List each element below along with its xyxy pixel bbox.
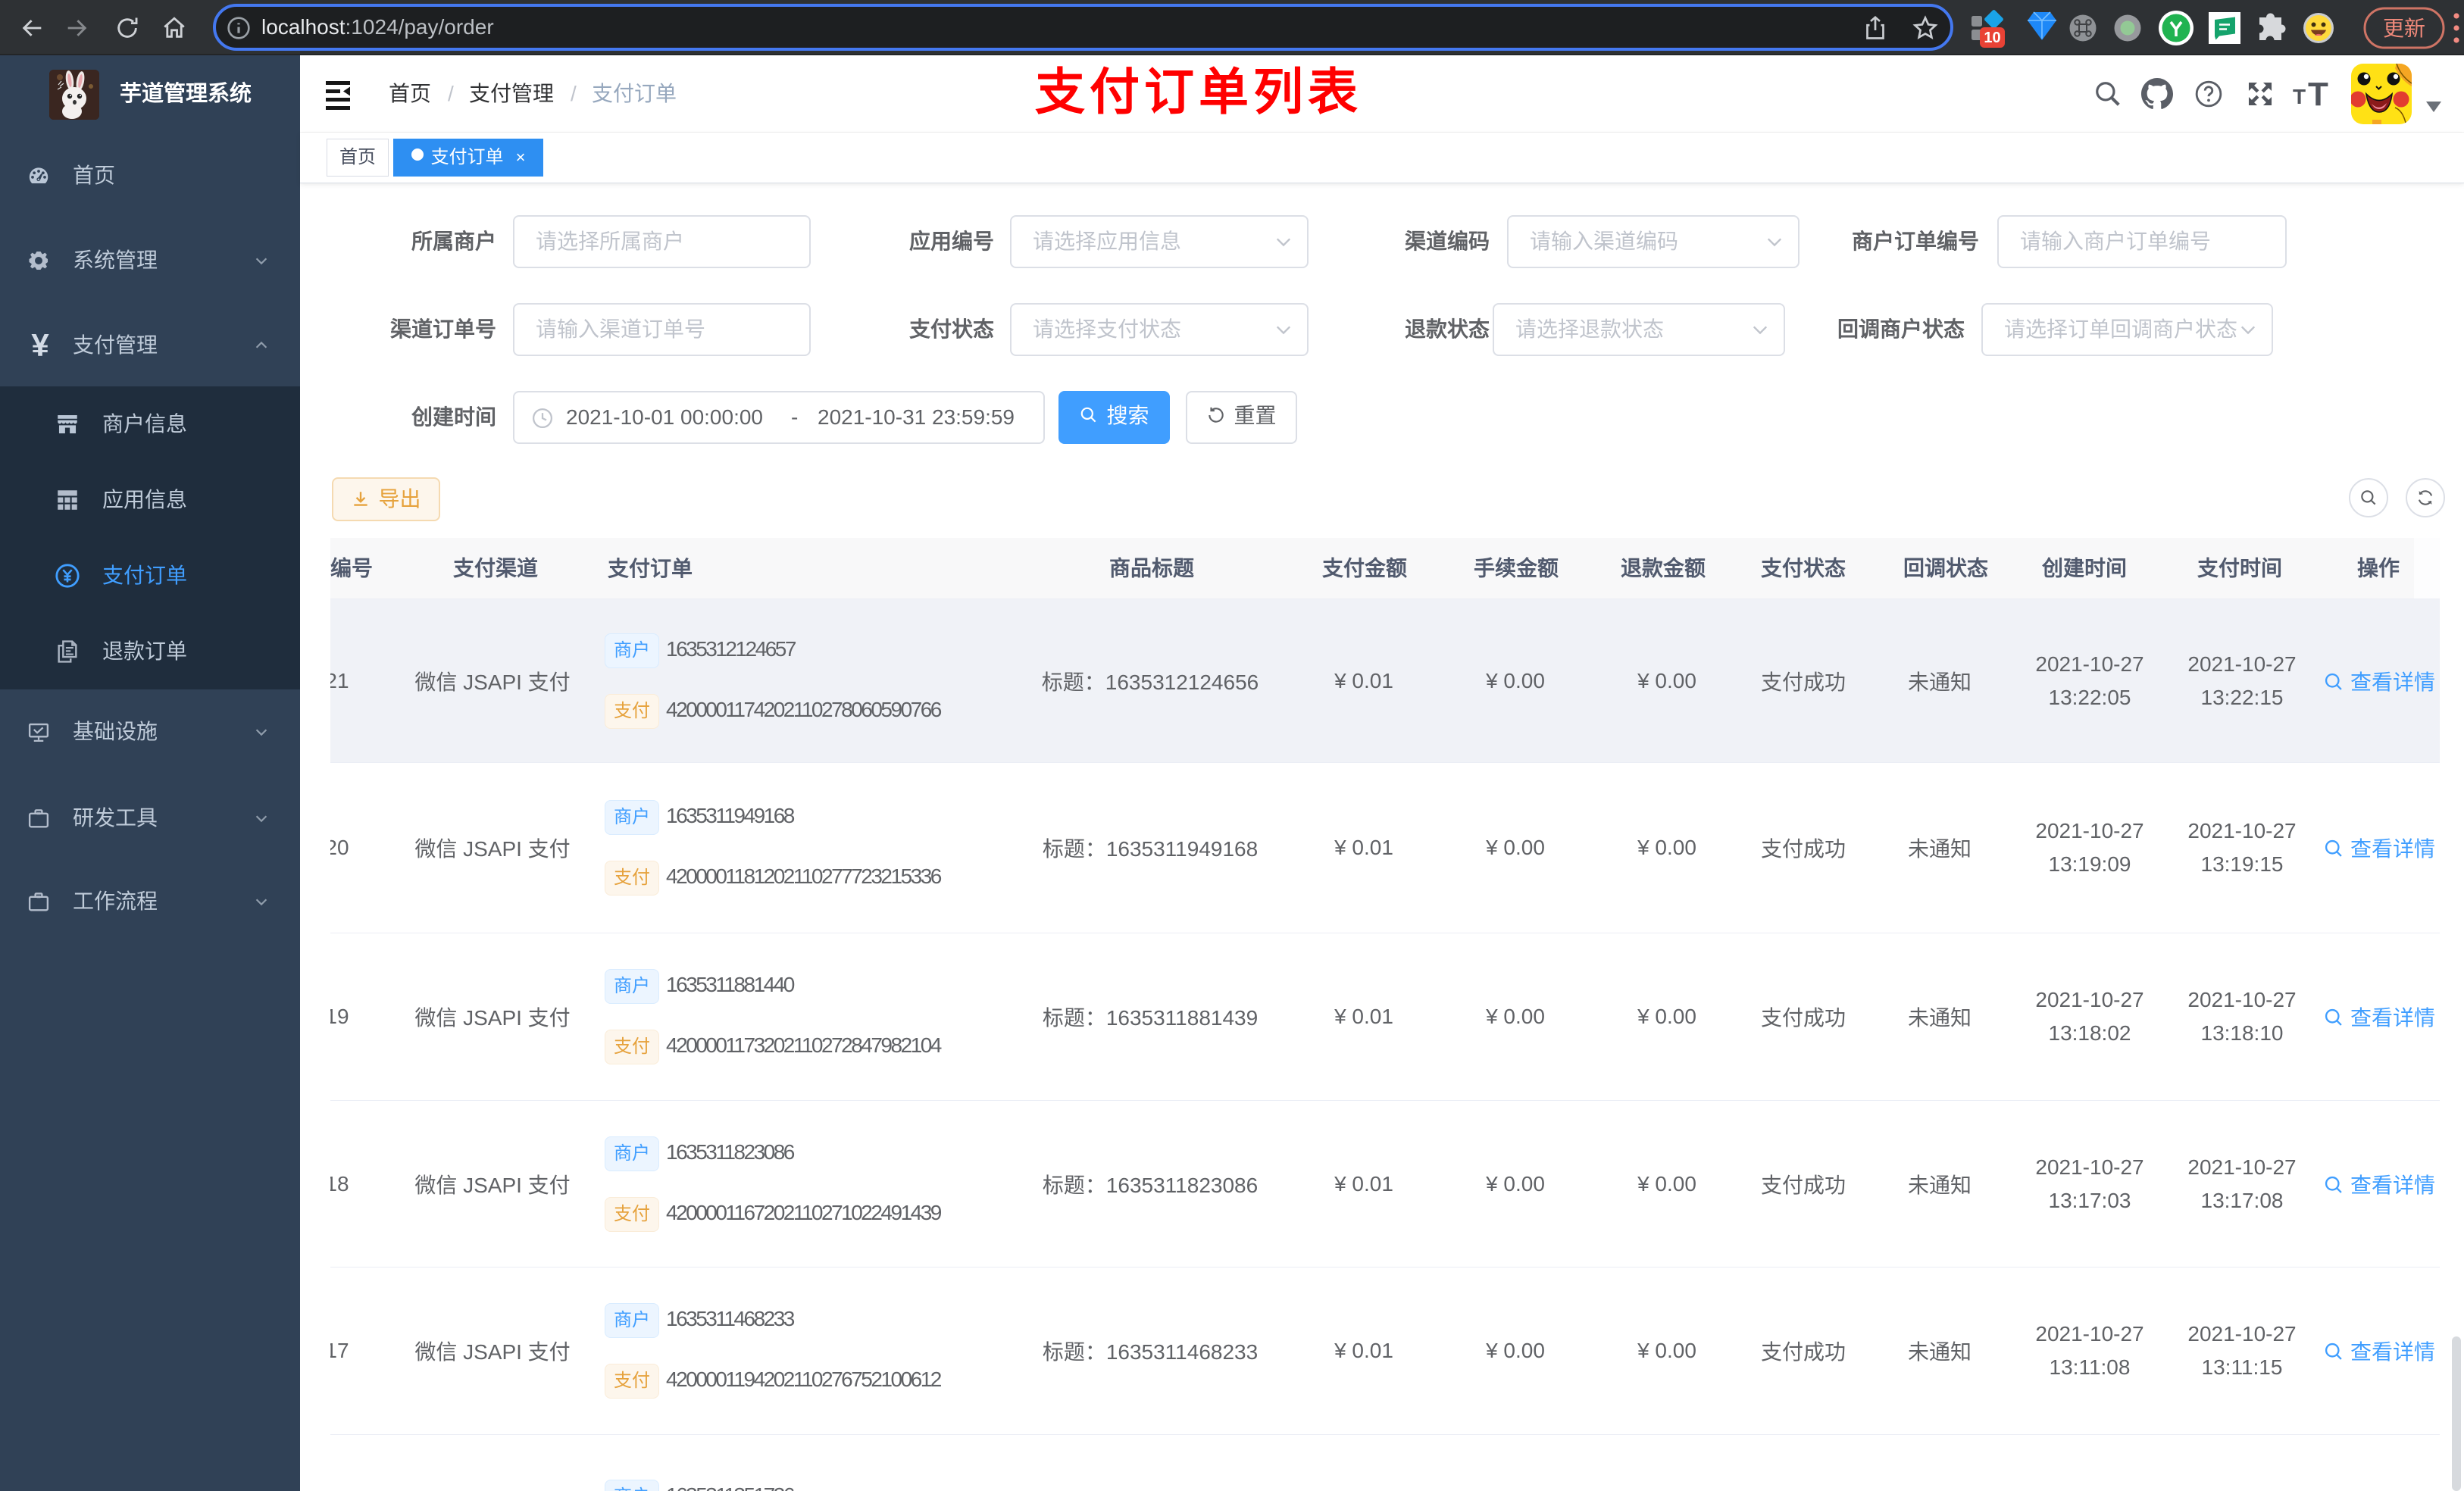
svg-text:更新: 更新 xyxy=(2383,17,2425,40)
svg-text:10: 10 xyxy=(1984,30,2000,46)
